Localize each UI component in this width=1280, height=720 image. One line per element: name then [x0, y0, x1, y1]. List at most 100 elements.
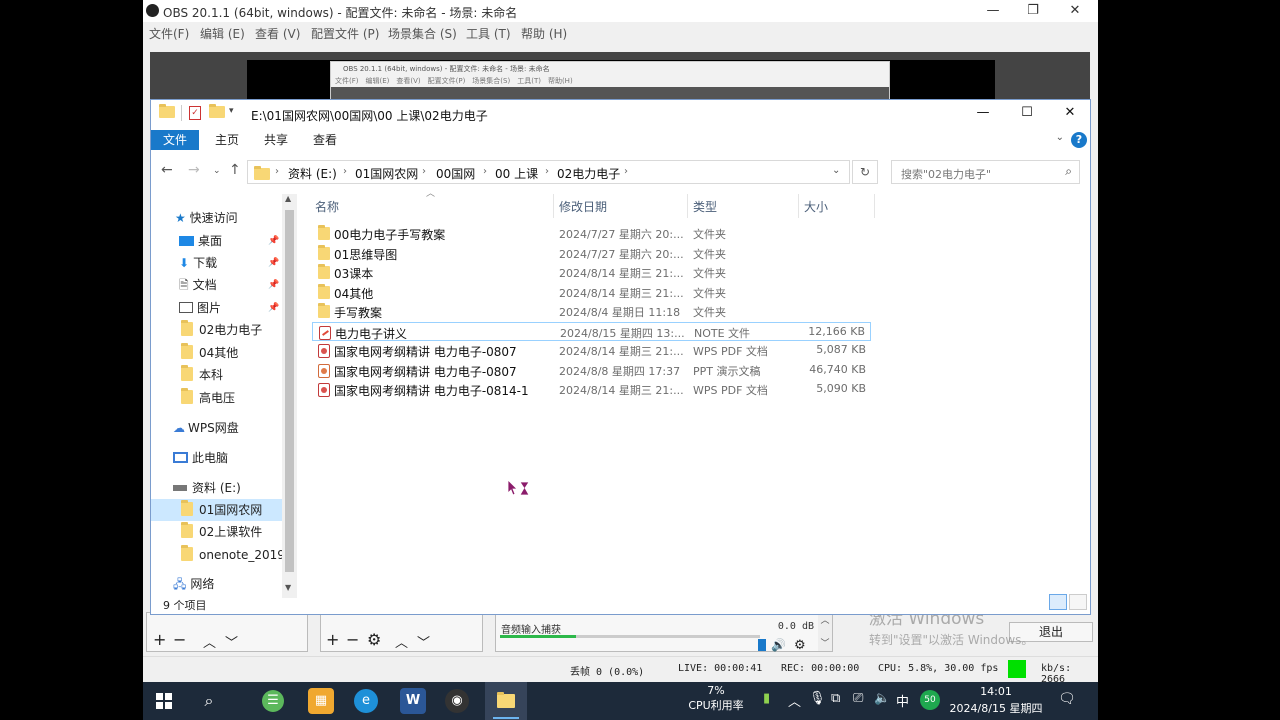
- back-icon[interactable]: ←: [161, 162, 173, 178]
- customize-quick-access-icon[interactable]: ▾: [229, 106, 243, 120]
- breadcrumb-class[interactable]: 00 上课: [495, 165, 538, 182]
- move-down-icon[interactable]: ﹀: [225, 632, 238, 651]
- nav-item-04qita[interactable]: 04其他: [181, 342, 238, 364]
- menu-help[interactable]: 帮助 (H): [521, 25, 567, 42]
- file-row[interactable]: 国家电网考纲精讲 电力电子-0807 2024/8/8 星期四 17:37 PPT …: [312, 361, 871, 380]
- nav-scrollbar[interactable]: ▲ ▼: [282, 194, 297, 598]
- expand-ribbon-icon[interactable]: ⌄: [1056, 132, 1064, 143]
- nav-drive-item-onenote[interactable]: onenote_2019: [181, 544, 285, 566]
- obs-taskbar-icon[interactable]: ◉: [445, 689, 469, 713]
- word-icon[interactable]: W: [400, 688, 426, 714]
- edge-browser-icon[interactable]: e: [354, 689, 378, 713]
- remove-scene-icon[interactable]: −: [173, 630, 186, 649]
- help-icon[interactable]: ?: [1071, 132, 1087, 148]
- close-icon[interactable]: ✕: [1055, 0, 1095, 22]
- explorer-close-icon[interactable]: ✕: [1050, 102, 1090, 124]
- menu-file[interactable]: 文件(F): [149, 25, 189, 42]
- explorer-minimize-icon[interactable]: —: [963, 102, 1003, 124]
- speaker-icon[interactable]: 🔊: [771, 638, 786, 652]
- search-icon[interactable]: ⌕: [196, 688, 222, 714]
- menu-profile[interactable]: 配置文件 (P): [311, 25, 379, 42]
- maximize-icon[interactable]: ❐: [1013, 0, 1053, 22]
- nav-item-downloads[interactable]: ⬇ 下载 📌: [179, 252, 279, 274]
- file-row[interactable]: 00电力电子手写教案 2024/7/27 星期六 20:... 文件夹: [312, 224, 871, 243]
- mixer-scrollbar[interactable]: ︿ ﹀: [818, 613, 832, 651]
- file-row[interactable]: 电力电子讲义 2024/8/15 星期四 13:... NOTE 文件 12,166 …: [312, 322, 871, 341]
- scroll-up-icon[interactable]: ▲: [285, 194, 291, 203]
- menu-view[interactable]: 查看 (V): [255, 25, 300, 42]
- new-folder-icon[interactable]: [209, 104, 225, 120]
- explorer-maximize-icon[interactable]: ☐: [1007, 102, 1047, 124]
- file-row[interactable]: 03课本 2024/8/14 星期三 21:... 文件夹: [312, 263, 871, 282]
- file-row[interactable]: 04其他 2024/8/14 星期三 21:... 文件夹: [312, 283, 871, 302]
- details-view-icon[interactable]: [1049, 594, 1067, 610]
- menu-scene-collection[interactable]: 场景集合 (S): [388, 25, 457, 42]
- minimize-icon[interactable]: —: [973, 0, 1013, 22]
- refresh-icon[interactable]: ↻: [852, 160, 878, 184]
- address-bar[interactable]: › 资料 (E:) › 01国网农网 › 00国网 › 00 上课 › 02电力…: [247, 160, 850, 184]
- file-explorer-taskbar-icon[interactable]: [493, 688, 519, 714]
- tab-view[interactable]: 查看: [301, 130, 349, 150]
- remove-source-icon[interactable]: −: [346, 630, 359, 649]
- up-icon[interactable]: ↑: [229, 162, 241, 178]
- gear-icon[interactable]: ⚙: [367, 630, 381, 649]
- col-type[interactable]: 类型: [693, 198, 717, 215]
- search-icon[interactable]: ⌕: [1065, 164, 1072, 179]
- breadcrumb-current[interactable]: 02电力电子: [557, 165, 620, 182]
- nav-quick-access[interactable]: ★ 快速访问: [175, 207, 238, 229]
- breadcrumb-drive[interactable]: 资料 (E:): [288, 165, 337, 182]
- source-up-icon[interactable]: ︿: [395, 632, 408, 651]
- nav-this-pc[interactable]: 此电脑: [173, 447, 228, 469]
- nav-network[interactable]: 🖧 网络: [173, 573, 214, 595]
- menu-tools[interactable]: 工具 (T): [466, 25, 511, 42]
- col-name[interactable]: 名称: [315, 198, 339, 215]
- tab-share[interactable]: 共享: [252, 130, 300, 150]
- wechat-style-app-icon[interactable]: ☰: [262, 690, 284, 712]
- properties-icon[interactable]: ✓: [189, 106, 201, 120]
- volume-icon[interactable]: 🔈: [874, 691, 890, 706]
- nav-item-pictures[interactable]: 图片 📌: [179, 297, 279, 319]
- clock[interactable]: 14:01 2024/8/15 星期四: [948, 683, 1044, 717]
- tab-file[interactable]: 文件: [151, 130, 200, 150]
- display-icon[interactable]: ⎚: [853, 691, 863, 706]
- nav-wps-cloud[interactable]: ☁ WPS网盘: [173, 417, 239, 439]
- breadcrumb-01[interactable]: 01国网农网: [355, 165, 418, 182]
- col-date[interactable]: 修改日期: [559, 198, 607, 215]
- forward-icon[interactable]: →: [188, 162, 200, 178]
- recent-locations-icon[interactable]: ⌄: [213, 166, 221, 176]
- tab-home[interactable]: 主页: [203, 130, 251, 150]
- nav-item-desktop[interactable]: 桌面 📌: [179, 230, 279, 252]
- volume-slider-handle[interactable]: [758, 639, 766, 651]
- battery-icon[interactable]: ▮: [763, 691, 770, 706]
- webcam-icon[interactable]: ⧉: [831, 691, 840, 706]
- large-icons-view-icon[interactable]: [1069, 594, 1087, 610]
- add-scene-icon[interactable]: +: [153, 630, 166, 649]
- nav-item-02dianli[interactable]: 02电力电子: [181, 319, 262, 341]
- mixer-gear-icon[interactable]: ⚙: [794, 638, 806, 653]
- nav-drive-item-02[interactable]: 02上课软件: [181, 521, 262, 543]
- nav-drive-e[interactable]: 资料 (E:): [173, 477, 241, 499]
- file-row[interactable]: 01思维导图 2024/7/27 星期六 20:... 文件夹: [312, 244, 871, 263]
- notification-badge[interactable]: 50: [920, 690, 940, 710]
- add-source-icon[interactable]: +: [326, 630, 339, 649]
- nav-item-gaodianya[interactable]: 高电压: [181, 387, 235, 409]
- nav-item-benke[interactable]: 本科: [181, 364, 223, 386]
- store-icon[interactable]: ▦: [308, 688, 334, 714]
- file-row[interactable]: 手写教案 2024/8/4 星期日 11:18 文件夹: [312, 302, 871, 321]
- nav-item-documents[interactable]: 🗎 文档 📌: [179, 274, 279, 296]
- microphone-icon[interactable]: 🎙: [809, 691, 826, 706]
- nav-drive-item-01[interactable]: 01国网农网: [181, 499, 262, 521]
- file-row[interactable]: 国家电网考纲精讲 电力电子-0807 2024/8/14 星期三 21:... WP…: [312, 341, 871, 360]
- scroll-down-icon[interactable]: ▼: [285, 583, 291, 592]
- move-up-icon[interactable]: ︿: [203, 632, 216, 651]
- col-size[interactable]: 大小: [804, 198, 828, 215]
- show-hidden-icons-icon[interactable]: ︿: [788, 691, 801, 710]
- breadcrumb-00-guowang[interactable]: 00国网: [436, 165, 475, 182]
- file-row[interactable]: 国家电网考纲精讲 电力电子-0814-1 2024/8/14 星期三 21:...…: [312, 380, 871, 399]
- nav-scroll-thumb[interactable]: [285, 210, 294, 572]
- ime-indicator[interactable]: 中: [896, 691, 909, 710]
- windows-start-icon[interactable]: [151, 688, 177, 714]
- source-down-icon[interactable]: ﹀: [417, 632, 430, 651]
- notification-center-icon[interactable]: 🗨: [1058, 691, 1076, 707]
- search-box[interactable]: 搜索"02电力电子" ⌕: [891, 160, 1080, 184]
